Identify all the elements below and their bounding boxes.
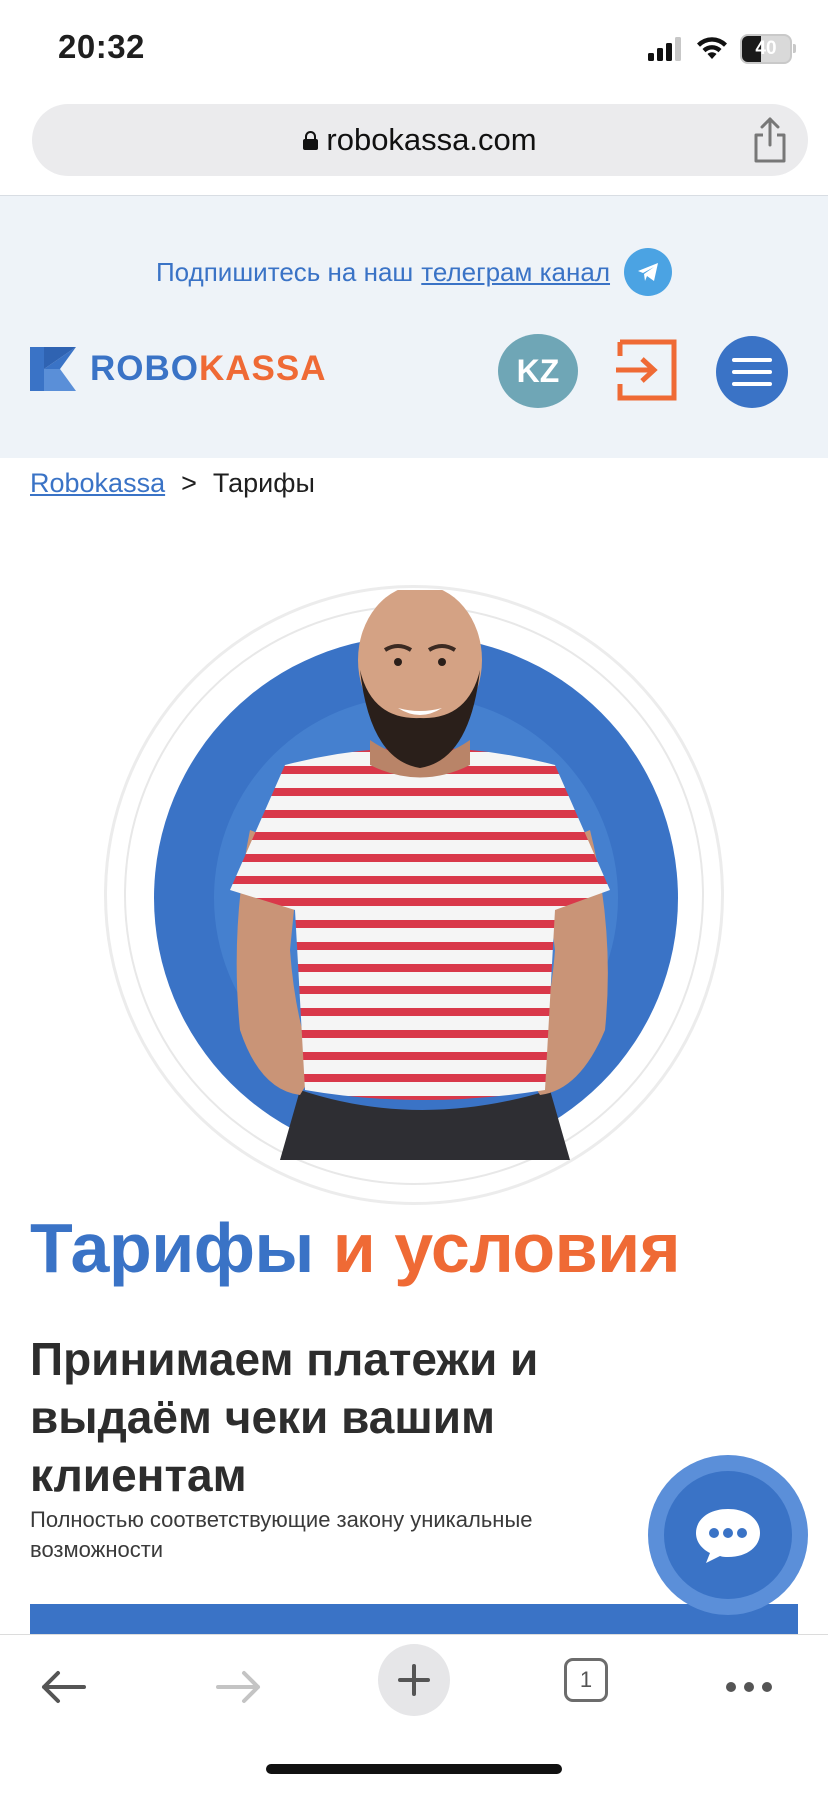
telegram-icon[interactable] bbox=[624, 248, 673, 296]
telegram-link[interactable]: телеграм канал bbox=[421, 257, 610, 288]
chat-icon[interactable] bbox=[648, 1455, 808, 1615]
back-icon[interactable] bbox=[28, 1652, 98, 1722]
plus-icon[interactable] bbox=[378, 1644, 450, 1716]
status-icons: 40 bbox=[648, 34, 796, 64]
lock-icon bbox=[303, 130, 319, 150]
tabs-button[interactable]: 1 bbox=[564, 1658, 608, 1702]
address-bar[interactable]: robokassa.com bbox=[32, 104, 808, 176]
breadcrumb-current: Тарифы bbox=[212, 468, 315, 498]
login-icon[interactable] bbox=[614, 338, 678, 402]
robokassa-logo[interactable]: ROBOKASSA bbox=[30, 347, 327, 391]
menu-icon[interactable] bbox=[716, 336, 788, 408]
share-icon[interactable] bbox=[750, 116, 790, 164]
logo-text-kassa: KASSA bbox=[199, 349, 327, 388]
breadcrumb-home[interactable]: Robokassa bbox=[30, 468, 165, 499]
promo-text: Подпишитесь на наш bbox=[155, 256, 414, 287]
battery-icon: 40 bbox=[740, 34, 796, 64]
cta-banner[interactable] bbox=[30, 1604, 798, 1634]
hero-person-image bbox=[230, 590, 610, 1160]
site-header bbox=[0, 196, 828, 458]
page-title: Тарифы и условия bbox=[30, 1208, 681, 1288]
title-part-orange: и условия bbox=[332, 1209, 681, 1287]
page-description: Полностью соответствующие закону уникаль… bbox=[30, 1507, 533, 1562]
logo-mark-icon bbox=[30, 347, 76, 391]
title-part-blue: Тарифы bbox=[30, 1209, 314, 1287]
logo-text-robo: ROBO bbox=[90, 349, 199, 388]
url-text: robokassa.com bbox=[326, 122, 537, 157]
page-subtitle: Принимаем платежи и выдаём чеки вашим кл… bbox=[30, 1333, 539, 1501]
breadcrumb: Robokassa > Тарифы bbox=[30, 468, 315, 499]
status-time: 20:32 bbox=[58, 28, 145, 65]
wifi-icon bbox=[697, 37, 727, 59]
region-button[interactable]: KZ bbox=[498, 334, 578, 408]
forward-icon[interactable] bbox=[204, 1652, 274, 1722]
breadcrumb-separator: > bbox=[181, 468, 197, 498]
home-indicator bbox=[266, 1764, 562, 1774]
more-icon[interactable] bbox=[714, 1652, 784, 1722]
signal-icon bbox=[648, 37, 681, 61]
telegram-promo: Подпишитесь на наш телеграм канал bbox=[0, 248, 828, 296]
